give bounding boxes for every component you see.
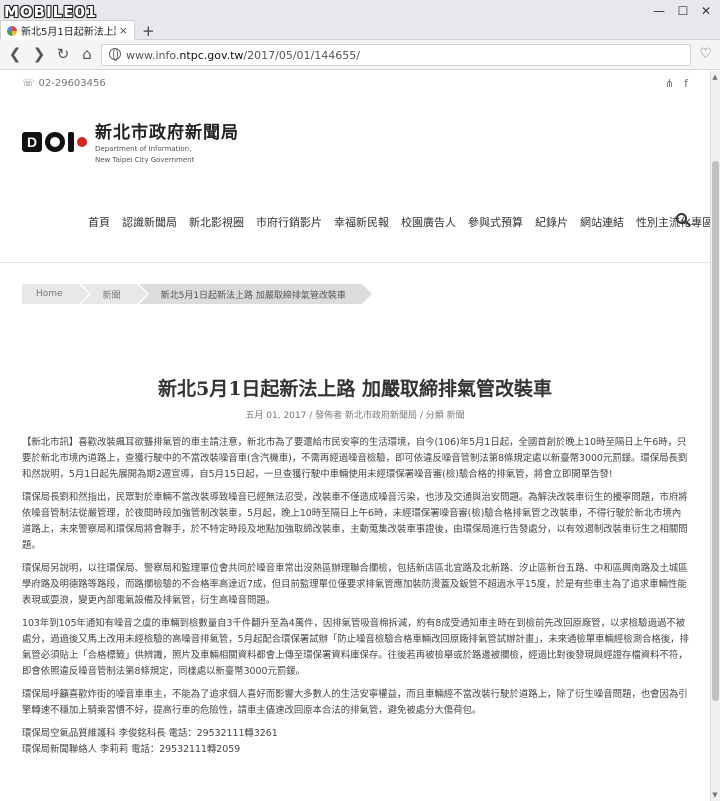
watermark-text: MOBILE01: [4, 3, 98, 21]
nav-item-film[interactable]: 新北影視圈: [183, 214, 250, 230]
page-scrollbar[interactable]: ▲ ▼: [710, 71, 720, 801]
nav-item-documentary[interactable]: 紀錄片: [529, 214, 574, 230]
nav-item-campus[interactable]: 校園廣告人: [395, 214, 462, 230]
phone-number: 02-29603456: [38, 78, 106, 89]
nav-item-budget[interactable]: 參與式預算: [462, 214, 529, 230]
sitemap-icon[interactable]: ⋔: [665, 77, 674, 90]
nav-item-about[interactable]: 認識新聞局: [116, 214, 183, 230]
logo-subtitle-1: Department of Information,: [95, 145, 192, 153]
close-window-button[interactable]: ✕: [699, 4, 713, 18]
home-button[interactable]: ⌂: [78, 45, 96, 63]
nav-item-videos[interactable]: 市府行銷影片: [250, 214, 328, 230]
logo-mark-icon: D: [22, 131, 87, 152]
paragraph-1: 【新北市訊】喜歡改裝飆耳欲聾排氣管的車主請注意，新北市為了要還給市民安寧的生活環…: [22, 437, 688, 480]
browser-tab-bar: 新北5月1日起新法上路 加 × + — ☐ ✕: [0, 0, 720, 40]
facebook-icon[interactable]: f: [684, 77, 688, 90]
reload-button[interactable]: ↻: [54, 45, 72, 63]
url-text: www.info.ntpc.gov.tw/2017/05/01/144655/: [126, 48, 360, 62]
contact-line-1: 環保局空氣品質維護科 李俊銘科長 電話：29532111轉3261: [22, 728, 278, 739]
forward-button[interactable]: ❯: [30, 45, 48, 63]
breadcrumb-current: 新北5月1日起新法上路 加嚴取締排氣管改裝車: [138, 284, 375, 304]
article-title: 新北5月1日起新法上路 加嚴取締排氣管改裝車: [157, 378, 553, 400]
search-icon[interactable]: [676, 213, 687, 224]
new-tab-button[interactable]: +: [142, 22, 155, 40]
browser-tab[interactable]: 新北5月1日起新法上路 加 ×: [0, 20, 135, 40]
paragraph-5: 環保局呼籲喜歡炸街的噪音車車主，不能為了追求個人喜好而影響大多數人的生活安寧權益…: [22, 689, 688, 716]
main-nav: 首頁 認識新聞局 新北影視圈 市府行銷影片 幸福新民報 校園廣告人 參與式預算 …: [82, 214, 719, 230]
scroll-thumb[interactable]: [712, 161, 719, 701]
nav-item-links[interactable]: 網站連結: [574, 214, 630, 230]
minimize-button[interactable]: —: [652, 4, 666, 18]
paragraph-2: 環保局長劉和然指出，民眾對於車輛不當改裝導致噪音已經無法忍受，改裝車不僅造成噪音…: [22, 492, 688, 551]
paragraph-4: 103年到105年通知有噪音之虞的車輛到檢數量自3千件翻升至為4萬件，因排氣管吸…: [22, 618, 689, 677]
contact-line-2: 環保局新聞聯絡人 李莉莉 電話：29532111轉2059: [22, 744, 241, 755]
scroll-down-icon[interactable]: ▼: [711, 791, 719, 799]
logo-subtitle-2: New Taipei City Government: [95, 156, 195, 164]
phone-icon: ☏: [22, 78, 35, 89]
nav-item-newspaper[interactable]: 幸福新民報: [328, 214, 395, 230]
header-phone: ☏ 02-29603456: [22, 78, 106, 89]
breadcrumb-home[interactable]: Home: [22, 284, 91, 304]
paragraph-3: 環保局另說明，以往環保局、警察局和監理單位會共同於噪音車常出沒熱區辦理聯合攔檢，…: [22, 563, 688, 606]
article-meta: 五月 01, 2017 / 發佈者 新北市政府新聞局 / 分類 新聞: [245, 411, 465, 421]
close-tab-icon[interactable]: ×: [119, 24, 128, 37]
logo-title: 新北市政府新聞局: [95, 123, 239, 143]
watermark-logo: MOBILE01: [4, 2, 97, 22]
back-button[interactable]: ❮: [6, 45, 24, 63]
nav-item-gender[interactable]: 性別主流化專區: [630, 214, 719, 230]
favorite-button[interactable]: ♡: [699, 46, 712, 62]
address-bar: ❮ ❯ ↻ ⌂ www.info.ntpc.gov.tw/2017/05/01/…: [0, 40, 720, 70]
header-divider: [0, 262, 710, 263]
article-body: 【新北市訊】喜歡改裝飆耳欲聾排氣管的車主請注意，新北市為了要還給市民安寧的生活環…: [22, 435, 690, 758]
nav-item-home[interactable]: 首頁: [82, 214, 116, 230]
maximize-button[interactable]: ☐: [676, 4, 690, 18]
tab-title: 新北5月1日起新法上路 加: [21, 27, 116, 38]
url-input[interactable]: www.info.ntpc.gov.tw/2017/05/01/144655/: [101, 44, 691, 66]
breadcrumb: Home 新聞 新北5月1日起新法上路 加嚴取締排氣管改裝車: [22, 284, 375, 304]
site-logo[interactable]: D 新北市政府新聞局 Department of Information, Ne…: [22, 118, 239, 165]
scroll-up-icon[interactable]: ▲: [711, 73, 719, 81]
social-links: ⋔ f: [665, 77, 688, 90]
favicon-icon: [7, 25, 17, 36]
globe-icon: [109, 48, 121, 61]
